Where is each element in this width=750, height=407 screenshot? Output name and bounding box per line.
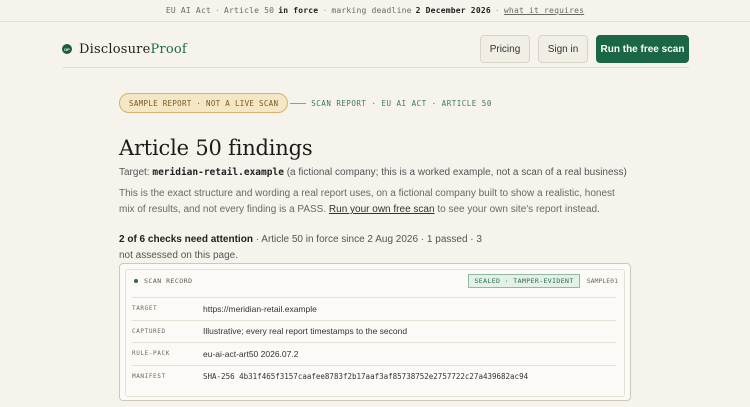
sign-in-button[interactable]: Sign in <box>538 35 588 63</box>
sealed-badge: SEALED · TAMPER-EVIDENT <box>468 274 580 288</box>
separator: · <box>214 6 221 15</box>
record-row-captured: CAPTURED Illustrative; every real report… <box>132 319 616 343</box>
run-own-scan-link[interactable]: Run your own free scan <box>329 204 435 215</box>
target-line: Target: meridian-retail.example (a ficti… <box>119 167 627 178</box>
row-value: Illustrative; every real report timestam… <box>203 326 408 337</box>
row-value: https://meridian-retail.example <box>203 303 317 314</box>
run-free-scan-button[interactable]: Run the free scan <box>596 35 689 63</box>
scan-record-inner: SCAN RECORD SEALED · TAMPER-EVIDENT SAMP… <box>125 269 625 397</box>
scan-record-rows: TARGET https://meridian-retail.example C… <box>132 297 616 387</box>
scan-record-card: SCAN RECORD SEALED · TAMPER-EVIDENT SAMP… <box>119 263 631 401</box>
announcement-bar: EU AI Act · Article 50 in force · markin… <box>0 0 750 22</box>
record-row-target: TARGET https://meridian-retail.example <box>132 297 616 320</box>
separator: · <box>494 6 500 15</box>
intro-paragraph: This is the exact structure and wording … <box>119 186 619 218</box>
row-key: TARGET <box>132 305 158 313</box>
target-domain: meridian-retail.example <box>152 167 284 178</box>
deadline-label: marking deadline <box>331 6 412 15</box>
scan-report-label: SCAN REPORT · EU AI ACT · ARTICLE 50 <box>311 98 492 108</box>
row-key: CAPTURED <box>132 327 166 335</box>
status-dot-icon <box>134 279 138 283</box>
report-badge-row: SAMPLE REPORT · NOT A LIVE SCAN SCAN REP… <box>119 93 492 113</box>
row-key: RULE-PACK <box>132 350 170 358</box>
act-label: EU AI Act <box>165 6 211 15</box>
separator: · <box>322 6 328 15</box>
page-title: Article 50 findings <box>119 136 313 160</box>
header-nav: Pricing Sign in Run the free scan <box>480 35 689 63</box>
intro-tail: to see your own site's report instead. <box>437 204 600 215</box>
record-row-manifest: MANIFEST SHA-256 4b31f465f3157caafee8783… <box>132 364 616 388</box>
logo-icon: DP <box>62 44 72 54</box>
findings-summary: 2 of 6 checks need attention · Article 5… <box>119 232 489 264</box>
scan-record-title: SCAN RECORD <box>144 277 193 285</box>
in-force-label: in force <box>278 6 319 15</box>
sample-report-badge: SAMPLE REPORT · NOT A LIVE SCAN <box>119 93 289 113</box>
logo[interactable]: DP DisclosureProof <box>62 42 187 57</box>
target-label: Target: <box>119 167 150 178</box>
brand-name: DisclosureProof <box>79 42 187 57</box>
brand-bold: Proof <box>150 41 187 57</box>
record-row-rule-pack: RULE-PACK eu-ai-act-art50 2026.07.2 <box>132 342 616 365</box>
pricing-button[interactable]: Pricing <box>480 35 530 63</box>
record-id: SAMPLE01 <box>586 277 618 285</box>
row-key: MANIFEST <box>132 372 166 380</box>
requirements-link[interactable]: what it requires <box>504 6 584 15</box>
header-divider <box>62 67 689 68</box>
summary-attention: 2 of 6 checks need attention <box>119 234 253 245</box>
row-value: eu-ai-act-art50 2026.07.2 <box>203 348 299 359</box>
brand-plain: Disclosure <box>79 41 151 57</box>
divider-line <box>290 102 307 104</box>
row-value: SHA-256 4b31f465f3157caafee8783f2b17aaf3… <box>203 371 529 381</box>
article-label: Article 50 <box>224 6 275 15</box>
site-header: DP DisclosureProof Pricing Sign in Run t… <box>62 30 689 68</box>
scan-record-header: SCAN RECORD SEALED · TAMPER-EVIDENT SAMP… <box>126 270 624 292</box>
deadline-date: 2 December 2026 <box>415 6 491 15</box>
target-note: (a fictional company; this is a worked e… <box>286 167 627 178</box>
